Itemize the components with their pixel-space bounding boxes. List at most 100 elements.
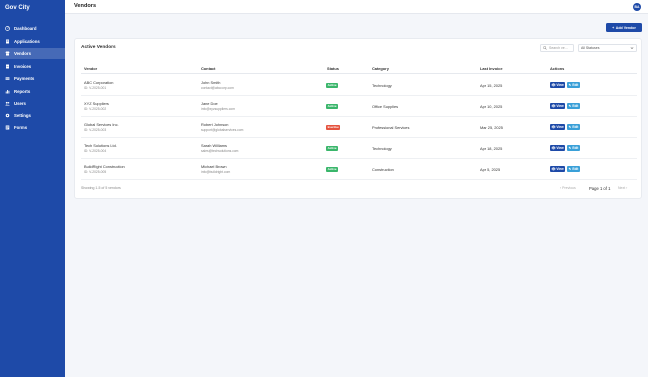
contact-name: Sarah Williams <box>201 143 227 148</box>
page-indicator: Page 1 of 1 <box>589 186 611 191</box>
plus-icon: + <box>612 25 615 30</box>
column-header-category: Category <box>372 66 389 71</box>
view-label: View <box>556 104 564 108</box>
edit-button[interactable]: ✎ Edit <box>567 103 580 109</box>
sidebar-item-settings[interactable]: Settings <box>0 110 65 121</box>
header-divider <box>81 73 637 74</box>
sidebar-item-label: Payments <box>14 76 35 81</box>
top-bar: Vendors BA <box>65 0 648 14</box>
vendor-name: BuildRight Construction <box>84 164 125 169</box>
brand-title: Gov City <box>5 5 30 11</box>
eye-icon: 👁 <box>551 146 556 150</box>
table-row: Tech Solutions Ltd. ID: V-2025-004 Sarah… <box>81 138 637 159</box>
edit-label: Edit <box>572 104 579 108</box>
sidebar-item-reports[interactable]: Reports <box>0 86 65 97</box>
view-label: View <box>556 146 564 150</box>
edit-label: Edit <box>572 146 579 150</box>
status-badge: Active <box>326 145 339 151</box>
form-icon <box>5 125 10 130</box>
invoice-icon <box>5 64 10 69</box>
avatar[interactable]: BA <box>633 3 641 11</box>
status-filter-select[interactable]: All Statuses <box>578 44 637 52</box>
contact-name: John Smith <box>201 80 221 85</box>
sidebar: Gov City Dashboard Applications Vendors … <box>0 0 65 377</box>
vendors-card: Active Vendors Search ve... All Statuses… <box>74 38 642 199</box>
view-label: View <box>556 125 564 129</box>
column-header-last-invoice: Last Invoice <box>480 66 503 71</box>
vendor-id: ID: V-2025-002 <box>84 107 107 111</box>
sidebar-item-invoices[interactable]: Invoices <box>0 61 65 72</box>
eye-icon: 👁 <box>551 167 556 171</box>
last-invoice: Apr 5, 2025 <box>480 167 501 172</box>
sidebar-item-label: Applications <box>14 39 40 44</box>
edit-button[interactable]: ✎ Edit <box>567 82 580 88</box>
next-page-button[interactable]: Next › <box>618 186 627 190</box>
contact-name: Michael Brown <box>201 164 227 169</box>
add-vendor-button[interactable]: + Add Vendor <box>606 23 642 32</box>
vendor-id: ID: V-2025-001 <box>84 86 107 90</box>
edit-button[interactable]: ✎ Edit <box>567 124 580 130</box>
column-header-vendor: Vendor <box>84 66 98 71</box>
pagination-summary: Showing 1-5 of 5 vendors <box>81 186 121 190</box>
pencil-icon: ✎ <box>568 146 572 150</box>
view-button[interactable]: 👁 View <box>550 82 565 88</box>
eye-icon: 👁 <box>551 83 556 87</box>
sidebar-item-label: Reports <box>14 89 31 94</box>
contact-email: info@buildright.com <box>201 170 231 174</box>
sidebar-item-users[interactable]: Users <box>0 98 65 109</box>
last-invoice: Apr 15, 2025 <box>480 83 503 88</box>
view-label: View <box>556 83 564 87</box>
vendor-name: Global Services Inc. <box>84 122 119 127</box>
sidebar-item-forms[interactable]: Forms <box>0 122 65 133</box>
pencil-icon: ✎ <box>568 167 572 171</box>
sidebar-item-label: Vendors <box>14 51 31 56</box>
contact-email: sales@techsolutions.com <box>201 149 239 153</box>
edit-label: Edit <box>572 167 579 171</box>
contact-name: Robert Johnson <box>201 122 229 127</box>
chart-icon <box>5 89 10 94</box>
sidebar-item-vendors[interactable]: Vendors <box>0 48 65 59</box>
contact-email: info@xyzsuppliers.com <box>201 107 235 111</box>
category: Construction <box>372 167 394 172</box>
pencil-icon: ✎ <box>568 83 572 87</box>
search-input[interactable]: Search ve... <box>540 44 574 52</box>
vendor-id: ID: V-2025-005 <box>84 170 107 174</box>
pencil-icon: ✎ <box>568 125 572 129</box>
sidebar-item-applications[interactable]: Applications <box>0 36 65 47</box>
vendor-id: ID: V-2025-003 <box>84 128 107 132</box>
add-vendor-label: Add Vendor <box>615 25 636 30</box>
table-row: ABC Corporation ID: V-2025-001 John Smit… <box>81 75 637 96</box>
last-invoice: Apr 10, 2025 <box>480 104 503 109</box>
vendor-id: ID: V-2025-004 <box>84 149 107 153</box>
payment-icon <box>5 76 10 81</box>
chevron-down-icon <box>630 47 634 49</box>
view-button[interactable]: 👁 View <box>550 124 565 130</box>
search-icon <box>543 46 547 50</box>
edit-button[interactable]: ✎ Edit <box>567 145 580 151</box>
page-title: Vendors <box>74 3 97 9</box>
view-button[interactable]: 👁 View <box>550 145 565 151</box>
dashboard-icon <box>5 26 10 31</box>
edit-button[interactable]: ✎ Edit <box>567 166 580 172</box>
status-badge: Active <box>326 103 339 109</box>
view-label: View <box>556 167 564 171</box>
previous-page-button[interactable]: ‹ Previous <box>560 186 576 190</box>
category: Office Supplies <box>372 104 399 109</box>
status-badge: Inactive <box>326 124 341 130</box>
sidebar-item-label: Users <box>14 101 26 106</box>
status-filter-value: All Statuses <box>581 46 600 50</box>
column-header-contact: Contact <box>201 66 216 71</box>
search-placeholder: Search ve... <box>549 46 568 50</box>
vendor-name: ABC Corporation <box>84 80 114 85</box>
vendor-name: XYZ Suppliers <box>84 101 109 106</box>
sidebar-item-payments[interactable]: Payments <box>0 73 65 84</box>
eye-icon: 👁 <box>551 125 556 129</box>
category: Technology <box>372 146 392 151</box>
column-header-actions: Actions <box>550 66 565 71</box>
view-button[interactable]: 👁 View <box>550 103 565 109</box>
view-button[interactable]: 👁 View <box>550 166 565 172</box>
edit-label: Edit <box>572 83 579 87</box>
table-row: Global Services Inc. ID: V-2025-003 Robe… <box>81 117 637 138</box>
store-icon <box>5 51 10 56</box>
sidebar-item-dashboard[interactable]: Dashboard <box>0 23 65 34</box>
